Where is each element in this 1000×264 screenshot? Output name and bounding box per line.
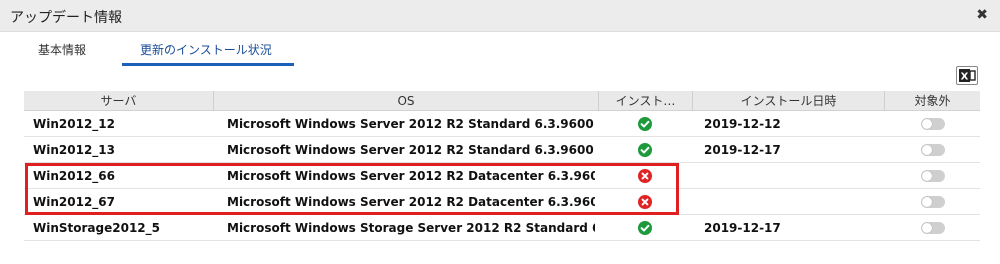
toggle-knob [922,171,932,181]
table-row[interactable]: WinStorage2012_5 Microsoft Windows Storag… [24,215,980,241]
install-date [704,189,854,215]
dialog-title: アップデート情報 [10,10,122,26]
server-name: Win2012_13 [33,143,115,157]
os-name: Microsoft Windows Server 2012 R2 Datacen… [227,195,595,209]
os-name: Microsoft Windows Server 2012 R2 Standar… [227,117,594,131]
table-body: Win2012_12 Microsoft Windows Server 2012 … [24,111,980,241]
table-row[interactable]: Win2012_67 Microsoft Windows Server 2012 … [24,189,980,215]
os-name: Microsoft Windows Server 2012 R2 Datacen… [227,169,595,183]
toggle-knob [922,145,932,155]
exclude-toggle[interactable] [921,196,945,208]
toggle-knob [922,223,932,233]
column-header-server[interactable]: サーバ [24,91,213,111]
column-header-os[interactable]: OS [213,91,598,111]
tab-install-status[interactable]: 更新のインストール状況 [122,42,294,66]
install-status-table: サーバ OS インスト… インストール日時 対象外 Win2012_12 Micr… [24,91,980,241]
success-check-icon [638,117,652,131]
dialog-titlebar: アップデート情報 ✖ [0,0,1000,32]
install-date: 2019-12-17 [704,143,781,157]
error-x-icon [638,169,652,183]
install-date [704,163,854,189]
server-name: Win2012_66 [33,169,115,183]
install-date: 2019-12-17 [704,221,781,235]
column-header-install[interactable]: インスト… [598,91,692,111]
excel-export-icon: X [959,69,976,83]
table-row[interactable]: Win2012_66 Microsoft Windows Server 2012 … [24,163,980,189]
excel-export-button[interactable]: X [956,66,978,85]
success-check-icon [638,143,652,157]
exclude-toggle[interactable] [921,222,945,234]
server-name: WinStorage2012_5 [33,221,161,235]
os-name: Microsoft Windows Server 2012 R2 Standar… [227,143,594,157]
exclude-toggle[interactable] [921,170,945,182]
svg-text:X: X [961,72,969,83]
toggle-knob [922,119,932,129]
server-name: Win2012_67 [33,195,115,209]
os-name: Microsoft Windows Storage Server 2012 R2… [227,221,595,235]
install-date: 2019-12-12 [704,117,781,131]
server-name: Win2012_12 [33,117,115,131]
table-row[interactable]: Win2012_12 Microsoft Windows Server 2012 … [24,111,980,137]
table-header: サーバ OS インスト… インストール日時 対象外 [24,91,980,111]
table-row[interactable]: Win2012_13 Microsoft Windows Server 2012 … [24,137,980,163]
toggle-knob [922,197,932,207]
column-header-excluded[interactable]: 対象外 [884,91,980,111]
column-header-install-date[interactable]: インストール日時 [692,91,884,111]
error-x-icon [638,195,652,209]
exclude-toggle[interactable] [921,118,945,130]
tab-basic-info[interactable]: 基本情報 [38,42,86,66]
close-icon[interactable]: ✖ [976,7,988,23]
success-check-icon [638,221,652,235]
exclude-toggle[interactable] [921,144,945,156]
